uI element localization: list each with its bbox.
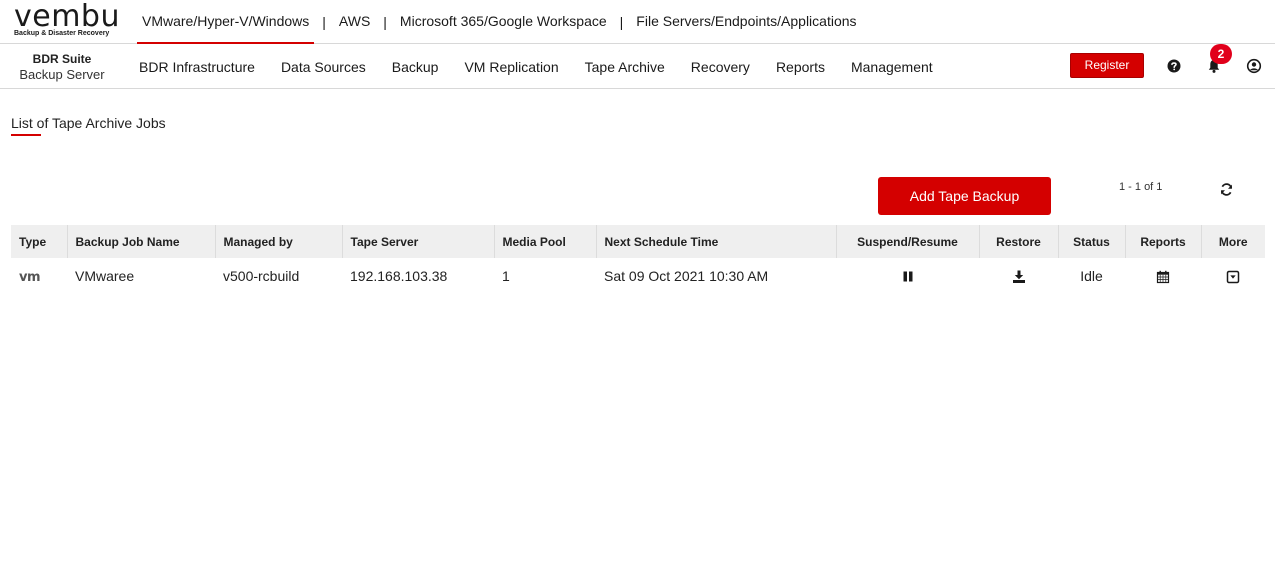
tape-jobs-table: Type Backup Job Name Managed by Tape Ser…	[11, 225, 1265, 294]
product-tab-file-servers[interactable]: File Servers/Endpoints/Applications	[631, 0, 861, 44]
vembu-logo[interactable]: vembu Backup & Disaster Recovery	[14, 0, 120, 39]
type-cell: vm	[11, 258, 67, 294]
restore-cell	[979, 258, 1058, 294]
product-bar: vembu Backup & Disaster Recovery VMware/…	[0, 0, 1275, 44]
register-button[interactable]: Register	[1070, 53, 1144, 78]
column-header-backup-job-name: Backup Job Name	[67, 225, 216, 258]
user-icon[interactable]	[1246, 58, 1262, 74]
table-row: vm VMwaree v500-rcbuild 192.168.103.38 1…	[11, 258, 1265, 294]
column-header-next-schedule-time: Next Schedule Time	[596, 225, 837, 258]
logo-word: vembu	[14, 0, 120, 34]
job-name-cell[interactable]: VMwaree	[67, 258, 215, 294]
page-title[interactable]: List of Tape Archive Jobs	[11, 115, 166, 131]
tab-separator: |	[383, 14, 387, 30]
title-underline	[11, 134, 41, 136]
nav-item-tape-archive[interactable]: Tape Archive	[572, 59, 678, 75]
tab-separator: |	[322, 14, 326, 30]
refresh-icon[interactable]	[1219, 182, 1234, 197]
suite-title: BDR Suite	[32, 52, 92, 66]
product-tab-aws[interactable]: AWS	[334, 0, 375, 44]
help-icon[interactable]	[1166, 58, 1182, 74]
product-tab-vmware[interactable]: VMware/Hyper-V/Windows	[137, 0, 315, 44]
add-tape-backup-button[interactable]: Add Tape Backup	[878, 177, 1051, 215]
column-header-type: Type	[11, 225, 68, 258]
nav-item-management[interactable]: Management	[838, 59, 946, 75]
logo-tagline: Backup & Disaster Recovery	[14, 30, 110, 37]
pause-icon[interactable]	[901, 270, 915, 284]
column-header-more: More	[1218, 234, 1248, 249]
tab-separator: |	[619, 14, 624, 30]
nav-menu: BDR Infrastructure Data Sources Backup V…	[126, 44, 946, 89]
table-header-row: Type Backup Job Name Managed by Tape Ser…	[11, 225, 1265, 258]
pagination-info: 1 - 1 of 1	[1119, 181, 1163, 193]
nav-item-backup[interactable]: Backup	[379, 59, 452, 75]
column-header-media-pool: Media Pool	[494, 225, 597, 258]
column-header-reports: Reports	[1125, 225, 1202, 258]
calendar-icon[interactable]	[1156, 270, 1170, 284]
next-schedule-cell: Sat 09 Oct 2021 10:30 AM	[604, 268, 769, 284]
dropdown-box-icon[interactable]	[1226, 270, 1240, 284]
nav-item-bdr-infrastructure[interactable]: BDR Infrastructure	[126, 59, 268, 75]
suspend-resume-cell	[836, 258, 979, 294]
product-tabs: VMware/Hyper-V/Windows | AWS | Microsoft…	[137, 0, 862, 44]
media-pool-cell: 1	[502, 268, 510, 284]
nav-item-reports[interactable]: Reports	[763, 59, 838, 75]
column-header-managed-by: Managed by	[215, 225, 343, 258]
status-cell: Idle	[1080, 268, 1103, 284]
nav-item-data-sources[interactable]: Data Sources	[268, 59, 379, 75]
managed-by-cell: v500-rcbuild	[223, 268, 300, 284]
suite-label: BDR Suite Backup Server	[12, 51, 112, 83]
vmware-type-icon: vm	[19, 269, 41, 285]
notification-badge: 2	[1210, 44, 1232, 64]
product-tab-microsoft-365[interactable]: Microsoft 365/Google Workspace	[395, 0, 612, 44]
column-header-tape-server: Tape Server	[342, 225, 495, 258]
column-header-status: Status	[1058, 225, 1126, 258]
reports-cell	[1125, 258, 1201, 294]
nav-item-recovery[interactable]: Recovery	[678, 59, 763, 75]
nav-item-vm-replication[interactable]: VM Replication	[451, 59, 571, 75]
more-cell	[1201, 258, 1265, 294]
column-header-suspend-resume: Suspend/Resume	[836, 225, 980, 258]
download-icon[interactable]	[1012, 270, 1026, 284]
main-nav-bar: BDR Suite Backup Server BDR Infrastructu…	[0, 44, 1275, 89]
column-header-restore: Restore	[979, 225, 1059, 258]
tape-server-cell: 192.168.103.38	[350, 268, 448, 284]
suite-subtitle: Backup Server	[19, 67, 105, 82]
